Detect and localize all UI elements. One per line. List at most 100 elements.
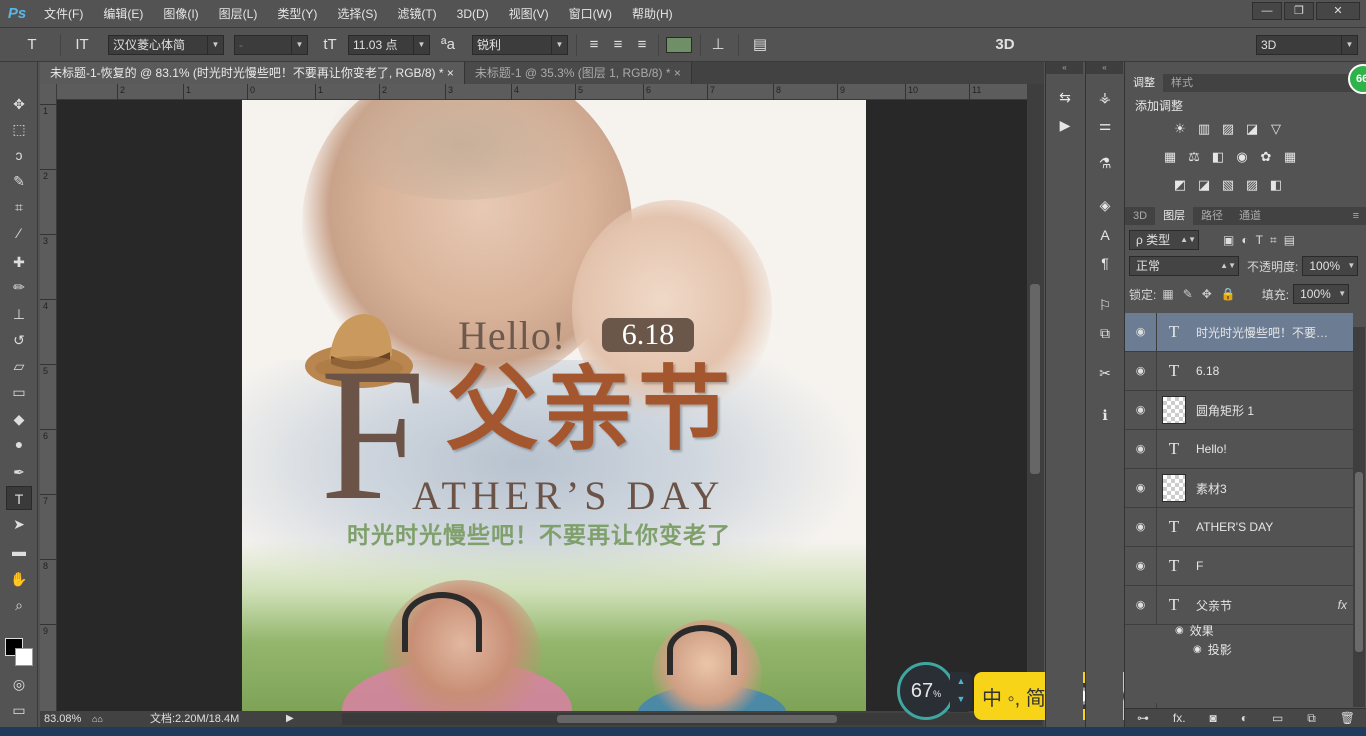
collapse-icon[interactable]: « — [1086, 62, 1123, 74]
scroll-thumb[interactable] — [1355, 472, 1363, 652]
tool-presets-icon[interactable]: ⚶ — [1094, 86, 1116, 108]
panel-menu-icon[interactable]: ≡ — [1345, 207, 1366, 225]
align-right-icon[interactable]: ≡ — [630, 35, 654, 55]
properties-icon[interactable]: ◈ — [1094, 194, 1116, 216]
path-select-tool[interactable]: ➤ — [6, 512, 32, 536]
dodge-tool[interactable]: ● — [6, 432, 32, 456]
healing-tool[interactable]: ✚ — [6, 250, 32, 274]
menu-window[interactable]: 窗口(W) — [559, 0, 622, 28]
menu-help[interactable]: 帮助(H) — [622, 0, 683, 28]
curves-icon[interactable]: ▨ — [1219, 120, 1237, 138]
color-balance-icon[interactable]: ⚖ — [1185, 148, 1203, 166]
paragraph-icon[interactable]: ¶ — [1094, 252, 1116, 274]
brightness-icon[interactable]: ☀ — [1171, 120, 1189, 138]
brush-presets-icon[interactable]: ⚌ — [1094, 114, 1116, 136]
fill-field[interactable]: 100% ▼ — [1293, 284, 1350, 304]
layer-row[interactable]: ◉ T ATHER'S DAY — [1125, 507, 1353, 547]
tab-doc-2[interactable]: 未标题-1 @ 35.3% (图层 1, RGB/8) * × — [464, 62, 692, 84]
background-color[interactable] — [15, 648, 33, 666]
gradient-map-icon[interactable]: ◧ — [1267, 176, 1285, 194]
font-style-select[interactable]: - ▼ — [234, 35, 308, 55]
eye-icon[interactable]: ◉ — [1125, 585, 1157, 625]
eraser-tool[interactable]: ▱ — [6, 354, 32, 378]
menu-3d[interactable]: 3D(D) — [447, 0, 499, 28]
layer-effects-icon[interactable]: fx — [1338, 598, 1347, 612]
lock-image-icon[interactable]: ✎ — [1183, 287, 1193, 301]
tab-doc-1[interactable]: 未标题-1-恢复的 @ 83.1% (时光时光慢些吧！不要再让你变老了, RGB… — [40, 62, 465, 84]
menu-file[interactable]: 文件(F) — [34, 0, 93, 28]
shape-tool[interactable]: ▬ — [6, 539, 32, 563]
antialias-select[interactable]: 锐利 ▼ — [472, 35, 568, 55]
delete-layer-icon[interactable]: 🗑 — [1340, 709, 1355, 727]
eye-icon[interactable]: ◉ — [1125, 390, 1157, 430]
levels-icon[interactable]: ▥ — [1195, 120, 1213, 138]
collapse-icon[interactable]: « — [1046, 62, 1083, 74]
filter-kind-select[interactable]: ρ 类型 ▲▼ — [1129, 230, 1199, 250]
filter-shape-icon[interactable]: ⌗ — [1270, 233, 1277, 248]
vertical-ruler[interactable]: 1 2 3 4 5 6 7 8 9 — [40, 84, 57, 712]
text-color-swatch[interactable] — [666, 37, 692, 53]
pen-tool[interactable]: ✒ — [6, 460, 32, 484]
eye-icon[interactable]: ◉ — [1125, 312, 1157, 352]
invert-icon[interactable]: ◩ — [1171, 176, 1189, 194]
tab-channels[interactable]: 通道 — [1231, 207, 1269, 225]
filter-type-icon[interactable]: T — [1256, 233, 1263, 248]
layer-row[interactable]: ◉ T 时光时光慢些吧！不要… — [1125, 312, 1353, 352]
minimize-button[interactable]: — — [1252, 2, 1282, 20]
screen-mode-icon[interactable]: ▭ — [6, 698, 32, 722]
opacity-field[interactable]: 100% ▼ — [1302, 256, 1359, 276]
layer-row[interactable]: ◉ T 父亲节 fx — [1125, 585, 1353, 625]
menu-type[interactable]: 类型(Y) — [267, 0, 327, 28]
menu-edit[interactable]: 编辑(E) — [93, 0, 153, 28]
history-brush-tool[interactable]: ↺ — [6, 328, 32, 352]
status-menu-arrow-icon[interactable]: ▶ — [286, 711, 294, 727]
restore-button[interactable]: ❐ — [1284, 2, 1314, 20]
lock-all-icon[interactable]: 🔒 — [1221, 287, 1236, 301]
brush-tool[interactable]: ✏ — [6, 275, 32, 299]
eye-icon[interactable]: ◉ — [1193, 644, 1202, 655]
status-icon[interactable]: ⌂⌂ — [92, 711, 103, 727]
filter-adjustment-icon[interactable]: ◐ — [1241, 233, 1248, 248]
hand-tool[interactable]: ✋ — [6, 567, 32, 591]
character-icon[interactable]: A — [1094, 224, 1116, 246]
warp-text-icon[interactable]: ⊥ — [706, 35, 730, 55]
font-size-select[interactable]: 11.03 点 ▼ — [348, 35, 430, 55]
font-family-select[interactable]: 汉仪菱心体简 ▼ — [108, 35, 224, 55]
tab-styles[interactable]: 样式 — [1163, 74, 1201, 92]
menu-layer[interactable]: 图层(L) — [209, 0, 268, 28]
eye-icon[interactable]: ◉ — [1125, 546, 1157, 586]
filter-pixel-icon[interactable]: ▣ — [1223, 233, 1234, 248]
eye-icon[interactable]: ◉ — [1175, 625, 1184, 636]
quick-select-tool[interactable]: ✎ — [6, 169, 32, 193]
lock-transparent-icon[interactable]: ▦ — [1162, 287, 1173, 301]
speed-widget[interactable]: 67% — [897, 662, 955, 720]
tab-3d[interactable]: 3D — [1125, 207, 1155, 225]
clone-source-icon[interactable]: ⚗ — [1094, 152, 1116, 174]
color-lookup-icon[interactable]: ▦ — [1281, 148, 1299, 166]
selective-color-icon[interactable]: ▨ — [1243, 176, 1261, 194]
crop-tool[interactable]: ⌗ — [6, 195, 32, 219]
blur-tool[interactable]: ◆ — [6, 407, 32, 431]
vibrance-icon[interactable]: ▽ — [1267, 120, 1285, 138]
gradient-tool[interactable]: ▭ — [6, 380, 32, 404]
canvas-workspace[interactable]: Hello! 6.18 F 父亲节 ATHER’S DAY 时光时光慢些吧！不要… — [57, 100, 1027, 711]
eyedropper-tool[interactable]: ⁄ — [6, 221, 32, 245]
close-button[interactable]: ✕ — [1316, 2, 1360, 20]
menu-select[interactable]: 选择(S) — [327, 0, 387, 28]
stamp-tool[interactable]: ⊥ — [6, 302, 32, 326]
lasso-tool[interactable]: ↄ — [6, 143, 32, 167]
tab-layers[interactable]: 图层 — [1155, 207, 1194, 225]
blend-mode-select[interactable]: 正常 ▲▼ — [1129, 256, 1239, 276]
lock-position-icon[interactable]: ✥ — [1202, 287, 1212, 301]
horizontal-ruler[interactable]: 2 1 0 1 2 3 4 5 6 7 8 9 10 11 — [57, 84, 1027, 100]
workspace-select[interactable]: 3D ▼ — [1256, 35, 1358, 55]
character-styles-icon[interactable]: ⚐ — [1094, 294, 1116, 316]
menu-filter[interactable]: 滤镜(T) — [387, 0, 446, 28]
tools-icon[interactable]: ✂ — [1094, 362, 1116, 384]
tab-paths[interactable]: 路径 — [1193, 207, 1231, 225]
history-icon[interactable]: ⇆ — [1054, 86, 1076, 108]
zoom-level[interactable]: 83.08% — [44, 711, 81, 727]
eye-icon[interactable]: ◉ — [1125, 507, 1157, 547]
new-group-icon[interactable]: ▭ — [1272, 709, 1283, 727]
align-left-icon[interactable]: ≡ — [582, 35, 606, 55]
